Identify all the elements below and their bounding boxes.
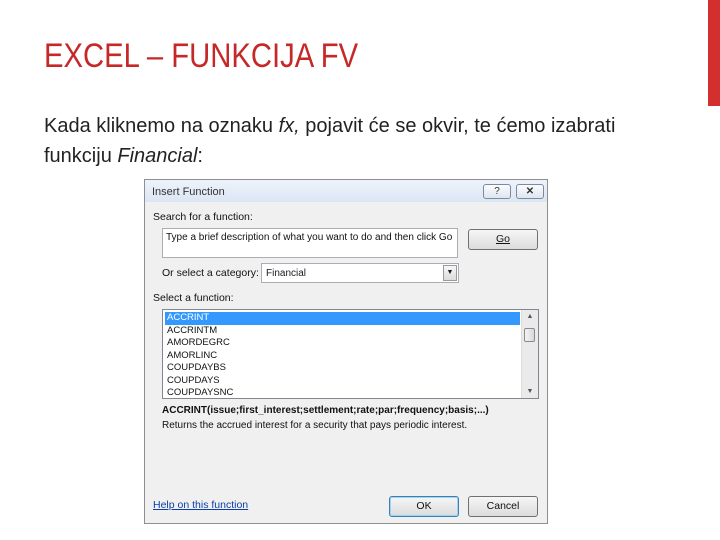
scroll-up-icon[interactable]: ▲: [522, 310, 538, 323]
function-item-amorlinc[interactable]: AMORLINC: [165, 350, 520, 363]
function-item-accrintm[interactable]: ACCRINTM: [165, 325, 520, 338]
select-function-label: Select a function:: [153, 292, 234, 304]
category-label: Or select a category:: [162, 267, 259, 279]
slide-body-text: Kada kliknemo na oznaku fx, pojavit će s…: [44, 111, 684, 171]
dialog-title: Insert Function: [152, 186, 225, 198]
accent-bar: [708, 0, 720, 106]
search-input[interactable]: Type a brief description of what you wan…: [162, 228, 458, 258]
body-text-financial: Financial: [117, 145, 198, 167]
function-list[interactable]: ACCRINT ACCRINTM AMORDEGRC AMORLINC COUP…: [162, 309, 539, 399]
function-signature: ACCRINT(issue;first_interest;settlement;…: [162, 405, 489, 416]
function-item-coupdays[interactable]: COUPDAYS: [165, 375, 520, 388]
category-select[interactable]: Financial ▼: [261, 263, 459, 283]
function-item-coupdaysnc[interactable]: COUPDAYSNC: [165, 387, 520, 398]
ok-button[interactable]: OK: [389, 496, 459, 517]
category-value: Financial: [266, 268, 307, 279]
body-text-fx: fx,: [278, 115, 300, 137]
help-on-function-link[interactable]: Help on this function: [153, 499, 248, 511]
slide-title: EXCEL – FUNKCIJA FV: [44, 37, 359, 75]
function-item-coupdaybs[interactable]: COUPDAYBS: [165, 362, 520, 375]
dialog-titlebar[interactable]: Insert Function ? ✕: [145, 180, 547, 202]
close-icon-button[interactable]: ✕: [516, 184, 544, 199]
cancel-button[interactable]: Cancel: [468, 496, 538, 517]
scroll-down-icon[interactable]: ▼: [522, 385, 538, 398]
function-item-accrint[interactable]: ACCRINT: [165, 312, 520, 325]
scrollbar-thumb[interactable]: [524, 328, 535, 342]
function-description: Returns the accrued interest for a secur…: [162, 420, 468, 431]
dropdown-arrow-icon[interactable]: ▼: [443, 265, 457, 281]
function-item-amordegrc[interactable]: AMORDEGRC: [165, 337, 520, 350]
go-button-label: Go: [495, 233, 510, 245]
go-button[interactable]: Go: [468, 229, 538, 250]
body-text-part1: Kada kliknemo na oznaku: [44, 115, 279, 137]
help-icon-button[interactable]: ?: [483, 184, 511, 199]
function-list-scrollbar[interactable]: ▲ ▼: [521, 310, 538, 398]
body-text-part3: :: [197, 145, 203, 167]
insert-function-dialog: Insert Function ? ✕ Search for a functio…: [144, 179, 548, 524]
search-label: Search for a function:: [153, 211, 253, 223]
